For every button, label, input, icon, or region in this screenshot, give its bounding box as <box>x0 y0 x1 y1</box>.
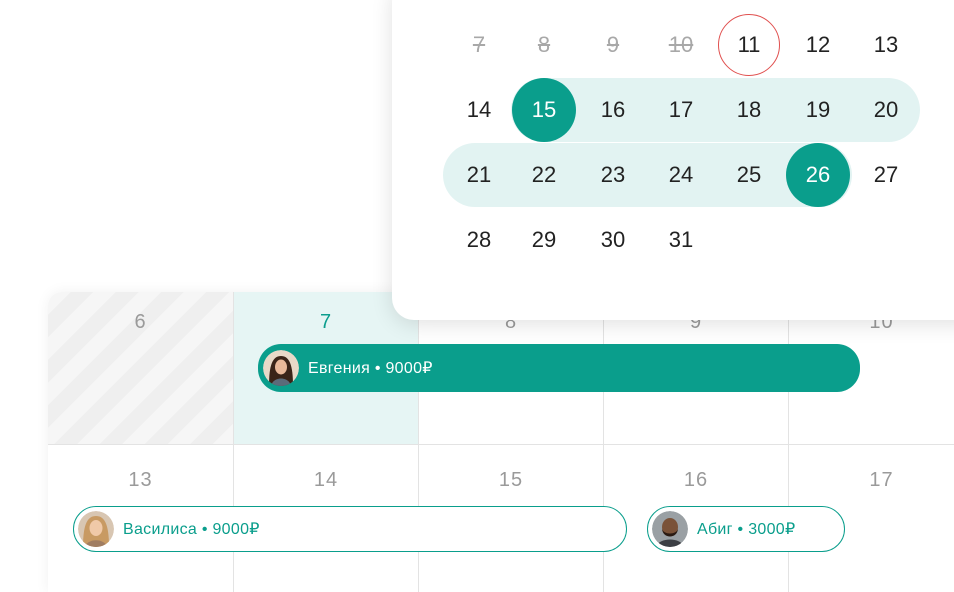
date-picker-day-27[interactable]: 27 <box>854 143 918 207</box>
calendar-day-number: 6 <box>134 311 147 333</box>
date-picker-day-22[interactable]: 22 <box>512 143 576 207</box>
booking-chip-evgenia[interactable]: Евгения • 9000₽ <box>258 344 860 392</box>
calendar-day-number: 16 <box>683 469 709 491</box>
booking-chip-label: Василиса • 9000₽ <box>123 521 260 538</box>
date-picker-day-12[interactable]: 12 <box>786 13 850 77</box>
date-picker-day-11[interactable]: 11 <box>718 14 780 76</box>
date-picker-day-8: 8 <box>537 32 551 57</box>
calendar-day-number: 17 <box>869 469 894 491</box>
calendar-day-number: 15 <box>498 469 524 491</box>
date-picker-day-29[interactable]: 29 <box>512 208 576 272</box>
date-picker-day-16[interactable]: 16 <box>581 78 645 142</box>
calendar-day-number: 13 <box>128 469 153 491</box>
date-picker-day-17[interactable]: 17 <box>649 78 713 142</box>
date-picker-day-14[interactable]: 14 <box>447 78 511 142</box>
date-picker-day-9: 9 <box>606 32 620 57</box>
date-picker-day-24[interactable]: 24 <box>649 143 713 207</box>
booking-chip-label: Абиг • 3000₽ <box>697 521 796 538</box>
date-picker-day-28[interactable]: 28 <box>447 208 511 272</box>
avatar-icon <box>652 511 688 547</box>
booking-chip-abig[interactable]: Абиг • 3000₽ <box>647 506 845 552</box>
date-picker-day-18[interactable]: 18 <box>717 78 781 142</box>
date-picker-day-26[interactable]: 26 <box>786 143 850 207</box>
date-picker-day-25[interactable]: 25 <box>717 143 781 207</box>
booking-chip-label: Евгения • 9000₽ <box>308 360 433 377</box>
date-picker-day-30[interactable]: 30 <box>581 208 645 272</box>
date-picker-day-21[interactable]: 21 <box>447 143 511 207</box>
date-picker-day-10: 10 <box>668 32 694 57</box>
date-range-picker: 7 8 9 10 11 12 13 14 15 16 17 18 19 20 21 22 23 24 25 26 27 2… <box>392 0 954 320</box>
date-picker-day-7: 7 <box>472 32 486 57</box>
booking-chip-vasilisa[interactable]: Василиса • 9000₽ <box>73 506 627 552</box>
date-picker-day-23[interactable]: 23 <box>581 143 645 207</box>
calendar-day-number: 14 <box>313 469 339 491</box>
avatar-icon <box>263 350 299 386</box>
calendar-day-number: 7 <box>319 311 333 333</box>
date-picker-day-20[interactable]: 20 <box>854 78 918 142</box>
date-picker-day-13[interactable]: 13 <box>854 13 918 77</box>
avatar-icon <box>78 511 114 547</box>
date-picker-day-15[interactable]: 15 <box>512 78 576 142</box>
calendar-day-cell[interactable]: 6 <box>48 292 234 445</box>
date-picker-day-19[interactable]: 19 <box>786 78 850 142</box>
date-picker-day-31[interactable]: 31 <box>649 208 713 272</box>
